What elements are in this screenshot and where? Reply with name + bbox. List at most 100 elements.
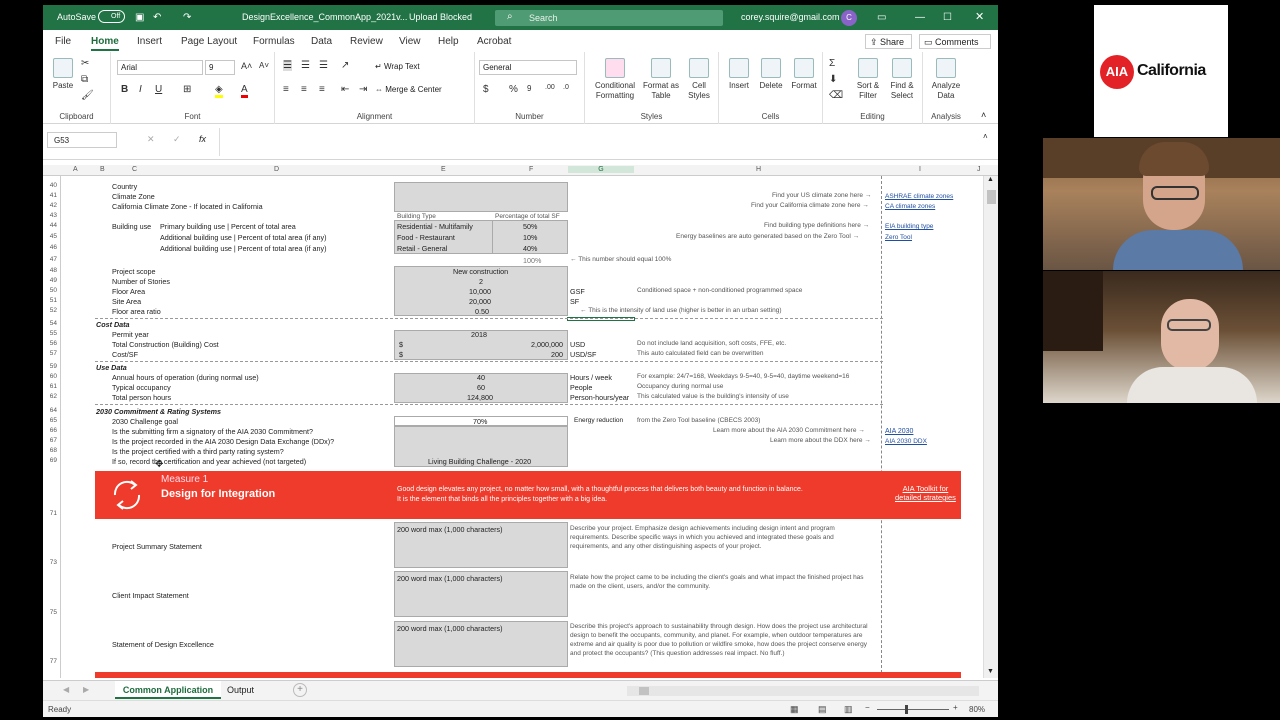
tab-review[interactable]: Review (350, 36, 383, 47)
cell-additional-percent-1[interactable]: 10% (523, 233, 537, 242)
col-header-j[interactable]: J (977, 166, 981, 173)
name-box[interactable]: G53 (47, 132, 117, 148)
tab-home[interactable]: Home (91, 36, 119, 51)
link-eia-building-type[interactable]: EIA building type (885, 223, 933, 230)
toolkit-link[interactable]: AIA Toolkit for detailed strategies (895, 484, 956, 502)
expand-formula-icon[interactable]: ˄ (983, 132, 988, 141)
delete-cells-button[interactable]: Delete (757, 58, 785, 91)
bold-button[interactable]: B (121, 84, 128, 95)
col-header-a[interactable]: A (73, 166, 78, 173)
align-right-icon[interactable]: ≡ (319, 84, 325, 95)
font-size-select[interactable]: 9 (205, 60, 235, 75)
copy-icon[interactable]: ⧉ (81, 74, 88, 85)
scroll-down-icon[interactable]: ▼ (987, 668, 994, 675)
autosave-toggle[interactable]: Off (98, 10, 125, 23)
zoom-slider[interactable] (877, 709, 949, 710)
comments-button[interactable]: ▭ Comments (919, 34, 991, 49)
col-header-h[interactable]: H (756, 166, 761, 173)
col-header-i[interactable]: I (919, 166, 921, 173)
cell-permit-year[interactable]: 2018 (471, 330, 487, 339)
cell-occupancy[interactable]: 60 (477, 383, 485, 392)
underline-button[interactable]: U (155, 84, 162, 95)
insert-function-icon[interactable]: fx (199, 134, 206, 144)
redo-icon[interactable]: ↷ (183, 12, 191, 23)
minimize-icon[interactable]: — (915, 12, 925, 23)
link-ashrae-climate-zones[interactable]: ASHRAE climate zones (885, 193, 953, 200)
decrease-decimal-icon[interactable]: .0 (563, 84, 569, 91)
input-block-location[interactable] (394, 182, 568, 212)
tab-insert[interactable]: Insert (137, 36, 162, 47)
cell-primary-percent[interactable]: 50% (523, 222, 537, 231)
find-select-button[interactable]: Find & Select (885, 58, 919, 101)
cell-additional-use-2[interactable]: Retail - General (397, 244, 447, 253)
conditional-formatting-button[interactable]: Conditional Formatting (589, 58, 641, 101)
vertical-scrollbar[interactable]: ▲ ▼ (983, 176, 998, 678)
cell-challenge-goal[interactable]: 70% (473, 417, 487, 426)
statement-input[interactable]: 200 word max (1,000 characters) (394, 522, 568, 568)
zoom-in-icon[interactable]: + (953, 703, 958, 712)
align-top-icon[interactable]: ☰ (283, 60, 292, 71)
tab-help[interactable]: Help (438, 36, 459, 47)
page-break-view-icon[interactable]: ▥ (844, 704, 853, 715)
prev-sheet-icon[interactable]: ◀ (63, 685, 69, 694)
add-sheet-icon[interactable]: + (293, 683, 307, 697)
avatar[interactable]: C (841, 10, 857, 26)
align-bottom-icon[interactable]: ☰ (319, 60, 328, 71)
increase-decimal-icon[interactable]: .00 (545, 84, 555, 91)
cell-construction-cost[interactable]: 2,000,000 (531, 340, 563, 349)
link-ca-climate-zones[interactable]: CA climate zones (885, 203, 935, 210)
tab-output[interactable]: Output (227, 685, 254, 695)
comma-icon[interactable]: 9 (527, 84, 531, 93)
horizontal-scroll-thumb[interactable] (639, 687, 649, 695)
scroll-up-icon[interactable]: ▲ (987, 176, 994, 183)
cell-project-scope[interactable]: New construction (453, 267, 508, 276)
outdent-icon[interactable]: ⇥ (359, 84, 367, 95)
indent-icon[interactable]: ⇤ (341, 84, 349, 95)
link-aia-2030-ddx[interactable]: AIA 2030 DDX (885, 438, 927, 445)
fill-color-icon[interactable]: ◈ (215, 84, 223, 98)
statement-input[interactable]: 200 word max (1,000 characters) (394, 621, 568, 667)
statement-input[interactable]: 200 word max (1,000 characters) (394, 571, 568, 617)
link-zero-tool[interactable]: Zero Tool (885, 234, 912, 241)
col-header-d[interactable]: D (274, 166, 279, 173)
align-left-icon[interactable]: ≡ (283, 84, 289, 95)
upload-status[interactable]: Upload Blocked (409, 12, 472, 22)
cell-cost-sf[interactable]: 200 (551, 350, 563, 359)
page-layout-view-icon[interactable]: ▤ (818, 704, 827, 715)
col-header-c[interactable]: C (132, 166, 137, 173)
clear-icon[interactable]: ⌫ (829, 90, 843, 101)
maximize-icon[interactable]: ☐ (943, 12, 952, 23)
tab-file[interactable]: File (55, 36, 71, 47)
next-sheet-icon[interactable]: ▶ (83, 685, 89, 694)
tab-data[interactable]: Data (311, 36, 332, 47)
tab-view[interactable]: View (399, 36, 421, 47)
link-aia-2030[interactable]: AIA 2030 (885, 428, 913, 435)
paste-button[interactable]: Paste (51, 58, 75, 91)
cell-additional-percent-2[interactable]: 40% (523, 244, 537, 253)
col-header-g[interactable]: G (568, 166, 634, 173)
cell-styles-button[interactable]: Cell Styles (683, 58, 715, 101)
col-header-f[interactable]: F (529, 166, 533, 173)
worksheet-grid[interactable]: 40 41 42 43 44 45 46 47 48 49 50 51 52 5… (43, 176, 983, 678)
tab-formulas[interactable]: Formulas (253, 36, 295, 47)
cell-site-area[interactable]: 20,000 (469, 297, 491, 306)
fill-icon[interactable]: ⬇ (829, 74, 837, 85)
normal-view-icon[interactable]: ▦ (790, 704, 799, 715)
scroll-thumb[interactable] (987, 190, 996, 204)
enter-icon[interactable]: ✓ (173, 134, 181, 145)
cell-primary-use[interactable]: Residential - Multifamily (397, 222, 473, 231)
font-color-icon[interactable]: A (241, 84, 248, 98)
cell-floor-area[interactable]: 10,000 (469, 287, 491, 296)
formula-input[interactable] (219, 128, 977, 156)
tab-page-layout[interactable]: Page Layout (181, 36, 237, 47)
align-middle-icon[interactable]: ☰ (301, 60, 310, 71)
tab-common-application[interactable]: Common Application (115, 681, 221, 699)
cell-certification[interactable]: Living Building Challenge - 2020 (428, 457, 531, 466)
format-painter-icon[interactable]: 🖌 (81, 90, 94, 101)
sort-filter-button[interactable]: Sort & Filter (851, 58, 885, 101)
increase-font-icon[interactable]: A˄ (241, 61, 252, 71)
cut-icon[interactable]: ✂ (81, 58, 89, 69)
decrease-font-icon[interactable]: A˅ (259, 61, 269, 70)
tab-acrobat[interactable]: Acrobat (477, 36, 511, 47)
zoom-level[interactable]: 80% (969, 705, 985, 714)
